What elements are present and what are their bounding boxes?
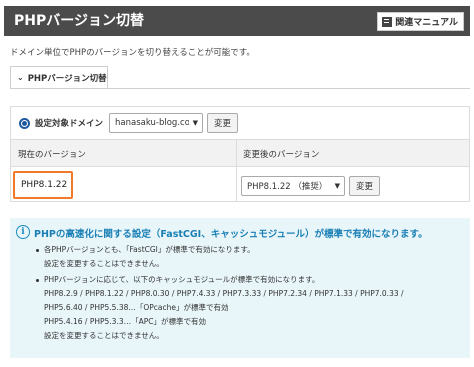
tab-label: PHPバージョン切替 — [27, 73, 107, 84]
related-manual-button[interactable]: 関連マニュアル — [377, 12, 464, 31]
new-version-header: 変更後のバージョン — [243, 150, 320, 160]
info-line: PHP8.2.9 / PHP8.1.22 / PHP8.0.30 / PHP7.… — [44, 289, 404, 298]
chevron-down-icon: ▼ — [192, 119, 199, 127]
column-divider — [236, 140, 237, 201]
tab-divider — [10, 88, 470, 89]
info-icon: i — [16, 225, 30, 239]
version-table: 現在のバージョン 変更後のバージョン PHP8.1.22 PHP8.1.22 （… — [10, 140, 470, 202]
domain-change-button[interactable]: 変更 — [207, 113, 239, 133]
tab-php-version-switch[interactable]: ⌄ PHPバージョン切替 — [10, 66, 108, 88]
bullet — [36, 249, 39, 252]
domain-select-value: hanasaku-blog.com — [115, 118, 189, 128]
info-panel: i PHPの高速化に関する設定（FastCGI、キャッシュモジュール）が標準で有… — [10, 218, 470, 358]
info-line: PHPバージョンに応じて、以下のキャッシュモジュールが標準で有効になります。 — [44, 275, 320, 284]
domain-radio[interactable] — [19, 117, 30, 129]
bullet — [36, 279, 39, 282]
info-line: PHP5.4.16 / PHP5.3.3…「APC」が標準で有効 — [44, 317, 206, 326]
info-line: 設定を変更することはできません。 — [44, 331, 164, 340]
page-title: PHPバージョン切替 — [14, 13, 144, 29]
info-line: 設定を変更することはできません。 — [44, 259, 164, 268]
version-select[interactable]: PHP8.1.22 （推奨） ▼ — [241, 176, 345, 196]
info-line: 各PHPバージョンとも、「FastCGI」が標準で有効になります。 — [44, 245, 255, 254]
page-header: PHPバージョン切替 関連マニュアル — [4, 6, 470, 36]
current-version-header: 現在のバージョン — [18, 150, 86, 160]
version-select-value: PHP8.1.22 （推奨） — [247, 182, 328, 192]
domain-label: 設定対象ドメイン — [35, 119, 104, 129]
version-change-button[interactable]: 変更 — [349, 176, 381, 196]
page-description: ドメイン単位でPHPのバージョンを切り替えることが可能です。 — [10, 48, 255, 58]
info-title: PHPの高速化に関する設定（FastCGI、キャッシュモジュール）が標準で有効に… — [34, 229, 428, 240]
info-line: PHP5.6.40 / PHP5.5.38…「OPcache」が標準で有効 — [44, 303, 229, 312]
related-manual-label: 関連マニュアル — [395, 18, 458, 28]
domain-select[interactable]: hanasaku-blog.com ▼ — [109, 113, 204, 133]
chevron-down-icon: ⌄ — [17, 73, 24, 82]
domain-selector-row: 設定対象ドメイン hanasaku-blog.com ▼ 変更 — [10, 106, 470, 140]
current-version-value: PHP8.1.22 — [13, 171, 73, 199]
chevron-down-icon: ▼ — [334, 182, 340, 190]
book-icon — [382, 16, 393, 27]
